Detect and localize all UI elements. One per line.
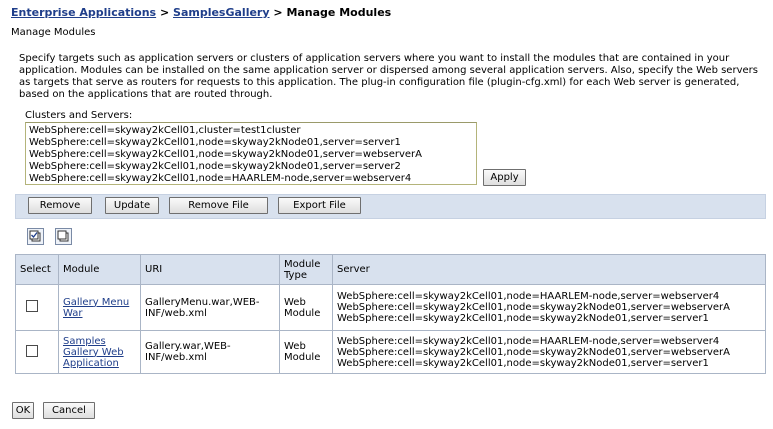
table-header-row: Select Module URI Module Type Server [15, 254, 766, 285]
module-toolbar: Remove Update Remove File Export File [15, 194, 766, 219]
remove-file-button[interactable]: Remove File [169, 197, 268, 214]
server-entry: WebSphere:cell=skyway2kCell01,node=skywa… [337, 302, 731, 313]
module-type-cell: Web Module [279, 330, 333, 374]
row-select-checkbox[interactable] [26, 300, 38, 312]
page-subtitle: Manage Modules [11, 27, 96, 38]
uri-cell: GalleryMenu.war,WEB-INF/web.xml [140, 284, 280, 331]
header-uri: URI [140, 254, 280, 285]
select-all-icon[interactable] [27, 228, 44, 245]
select-cell [15, 284, 59, 331]
header-server: Server [332, 254, 766, 285]
ok-button[interactable]: OK [12, 402, 34, 419]
clusters-servers-label: Clusters and Servers: [25, 110, 133, 121]
server-entry: WebSphere:cell=skyway2kCell01,node=HAARL… [337, 291, 720, 302]
export-file-button[interactable]: Export File [278, 197, 361, 214]
server-cell: WebSphere:cell=skyway2kCell01,node=HAARL… [332, 284, 766, 331]
module-cell: Gallery Menu War [58, 284, 141, 331]
breadcrumb-link-samples-gallery[interactable]: SamplesGallery [173, 6, 270, 19]
remove-button[interactable]: Remove [28, 197, 92, 214]
breadcrumb-link-enterprise-applications[interactable]: Enterprise Applications [11, 6, 156, 19]
table-row: Gallery Menu War GalleryMenu.war,WEB-INF… [15, 284, 766, 331]
server-entry: WebSphere:cell=skyway2kCell01,node=skywa… [337, 357, 709, 369]
module-cell: Samples Gallery Web Application [58, 330, 141, 374]
apply-button[interactable]: Apply [483, 169, 526, 186]
server-cell: WebSphere:cell=skyway2kCell01,node=HAARL… [332, 330, 766, 374]
breadcrumb-separator: > [159, 6, 170, 19]
server-entry: WebSphere:cell=skyway2kCell01,node=skywa… [337, 313, 709, 324]
deselect-all-icon[interactable] [55, 228, 72, 245]
clusters-servers-option[interactable]: WebSphere:cell=skyway2kCell01,node=skywa… [29, 137, 473, 149]
header-module-type: Module Type [279, 254, 333, 285]
header-module: Module [58, 254, 141, 285]
update-button[interactable]: Update [105, 197, 159, 214]
selection-icon-bar [15, 220, 766, 254]
table-row: Samples Gallery Web Application Gallery.… [15, 330, 766, 374]
clusters-servers-listbox[interactable]: WebSphere:cell=skyway2kCell01,cluster=te… [25, 122, 477, 185]
page-description: Specify targets such as application serv… [19, 53, 758, 100]
breadcrumb: Enterprise Applications > SamplesGallery… [11, 6, 391, 19]
clusters-servers-option[interactable]: WebSphere:cell=skyway2kCell01,node=HAARL… [29, 173, 473, 184]
server-entry: WebSphere:cell=skyway2kCell01,node=skywa… [337, 346, 731, 358]
module-link[interactable]: Gallery Menu War [63, 297, 129, 319]
breadcrumb-separator: > [273, 6, 283, 19]
module-link[interactable]: Samples Gallery Web Application [63, 336, 124, 369]
server-entry: WebSphere:cell=skyway2kCell01,node=HAARL… [337, 335, 720, 347]
modules-table: Select Module URI Module Type Server Gal… [15, 254, 766, 374]
module-type-cell: Web Module [279, 284, 333, 331]
row-select-checkbox[interactable] [26, 344, 38, 357]
header-select: Select [15, 254, 59, 285]
clusters-servers-option[interactable]: WebSphere:cell=skyway2kCell01,node=skywa… [29, 161, 473, 173]
clusters-servers-option[interactable]: WebSphere:cell=skyway2kCell01,cluster=te… [29, 125, 473, 137]
clusters-servers-option[interactable]: WebSphere:cell=skyway2kCell01,node=skywa… [29, 149, 473, 161]
select-cell [15, 330, 59, 374]
breadcrumb-current: Manage Modules [286, 6, 392, 19]
uri-cell: Gallery.war,WEB-INF/web.xml [140, 330, 280, 374]
cancel-button[interactable]: Cancel [43, 402, 95, 419]
